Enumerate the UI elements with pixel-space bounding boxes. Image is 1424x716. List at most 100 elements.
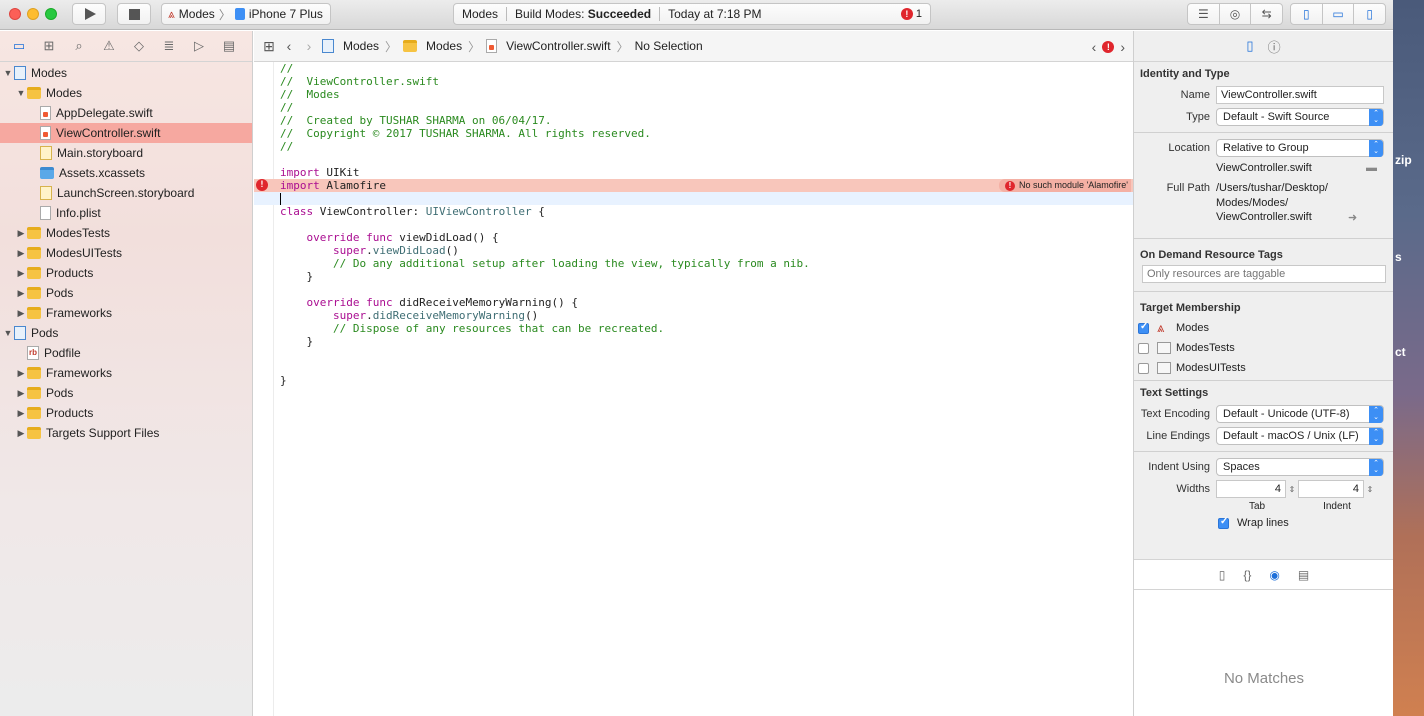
code-line[interactable]: super.didReceiveMemoryWarning() — [280, 309, 1133, 322]
breadcrumb-symbol[interactable]: No Selection — [635, 39, 703, 53]
toggle-debug-area-button[interactable]: ▭ — [1323, 4, 1355, 24]
code-line[interactable]: // — [280, 101, 1133, 114]
debug-icon[interactable]: ≣ — [160, 38, 178, 54]
run-button[interactable] — [72, 3, 106, 25]
code-line[interactable] — [280, 348, 1133, 361]
previous-issue-icon[interactable]: ‹ — [1092, 39, 1097, 55]
code-line[interactable] — [254, 192, 1133, 205]
file-inspector-icon[interactable]: ▯ — [1246, 38, 1253, 54]
indent-using-popup[interactable]: Spaces — [1216, 458, 1384, 476]
type-popup[interactable]: Default - Swift Source — [1216, 108, 1384, 126]
tree-item[interactable]: AppDelegate.swift — [0, 103, 252, 123]
tree-item[interactable]: ▶ Pods — [0, 383, 252, 403]
tree-item[interactable]: ▶ ModesTests — [0, 223, 252, 243]
code-line[interactable]: // Copyright © 2017 TUSHAR SHARMA. All r… — [280, 127, 1133, 140]
report-icon[interactable]: ▤ — [220, 38, 238, 54]
tree-item[interactable]: ▶ Frameworks — [0, 303, 252, 323]
code-line[interactable] — [280, 218, 1133, 231]
warning-icon[interactable]: ⚠ — [100, 38, 118, 54]
code-line[interactable]: import Alamofire!! No such module 'Alamof… — [254, 179, 1133, 192]
disclosure-triangle-icon[interactable]: ▶ — [15, 368, 27, 379]
code-snippet-icon[interactable]: {} — [1243, 568, 1251, 582]
code-line[interactable] — [280, 361, 1133, 374]
disclosure-triangle-icon[interactable]: ▶ — [15, 248, 27, 259]
tree-item[interactable]: ViewController.swift — [0, 123, 252, 143]
tree-item[interactable]: Main.storyboard — [0, 143, 252, 163]
disclosure-triangle-icon[interactable]: ▼ — [2, 68, 14, 78]
zoom-window-button[interactable] — [45, 8, 57, 20]
error-icon[interactable]: ! — [256, 179, 268, 191]
code-line[interactable]: override func didReceiveMemoryWarning() … — [280, 296, 1133, 309]
code-line[interactable]: // — [280, 62, 1133, 75]
breadcrumb-folder[interactable]: Modes — [403, 39, 462, 53]
disclosure-triangle-icon[interactable]: ▶ — [15, 388, 27, 399]
tree-item[interactable]: ▼ Pods — [0, 323, 252, 343]
code-line[interactable]: } — [280, 374, 1133, 387]
tree-item[interactable]: ▼ Modes — [0, 63, 252, 83]
disclosure-triangle-icon[interactable]: ▼ — [15, 88, 27, 98]
target-checkbox[interactable] — [1138, 342, 1149, 354]
disclosure-triangle-icon[interactable]: ▶ — [15, 288, 27, 299]
code-area[interactable]: //// ViewController.swift// Modes//// Cr… — [254, 62, 1133, 387]
code-line[interactable]: // ViewController.swift — [280, 75, 1133, 88]
source-editor[interactable]: //// ViewController.swift// Modes//// Cr… — [254, 62, 1133, 716]
search-icon[interactable]: ⌕ — [70, 38, 88, 54]
indent-width-field[interactable]: 4 — [1298, 480, 1364, 498]
folder-icon[interactable]: ▭ — [10, 38, 28, 54]
location-popup[interactable]: Relative to Group — [1216, 139, 1384, 157]
indent-width-stepper[interactable]: ⇕ — [1364, 485, 1376, 494]
code-line[interactable]: // — [280, 140, 1133, 153]
code-line[interactable] — [280, 283, 1133, 296]
folder-icon[interactable]: ▬ — [1366, 162, 1377, 174]
forward-arrow-icon[interactable]: › — [302, 38, 316, 54]
disclosure-triangle-icon[interactable]: ▼ — [2, 328, 14, 338]
reveal-arrow-icon[interactable]: ➜ — [1348, 211, 1357, 224]
disclosure-triangle-icon[interactable]: ▶ — [15, 408, 27, 419]
tree-item[interactable]: rb Podfile — [0, 343, 252, 363]
breakpoint-icon[interactable]: ▷ — [190, 38, 208, 54]
name-field[interactable]: ViewController.swift — [1216, 86, 1384, 104]
version-editor-button[interactable]: ⇆ — [1251, 4, 1282, 24]
tree-item[interactable]: Assets.xcassets — [0, 163, 252, 183]
disclosure-triangle-icon[interactable]: ▶ — [15, 428, 27, 439]
back-arrow-icon[interactable]: ‹ — [282, 38, 296, 54]
toggle-utilities-button[interactable]: ▯ — [1354, 4, 1385, 24]
code-line[interactable]: override func viewDidLoad() { — [280, 231, 1133, 244]
code-line[interactable]: class ViewController: UIViewController { — [280, 205, 1133, 218]
quick-help-icon[interactable]: ⓘ — [1268, 37, 1281, 56]
code-line[interactable]: // Created by TUSHAR SHARMA on 06/04/17. — [280, 114, 1133, 127]
toggle-navigator-button[interactable]: ▯ — [1291, 4, 1323, 24]
target-checkbox[interactable] — [1138, 321, 1149, 334]
code-line[interactable]: super.viewDidLoad() — [280, 244, 1133, 257]
media-library-icon[interactable]: ▤ — [1298, 568, 1309, 582]
line-endings-popup[interactable]: Default - macOS / Unix (LF) — [1216, 427, 1384, 445]
scheme-selector[interactable]: ⩓ Modes 〉 iPhone 7 Plus — [161, 3, 331, 25]
standard-editor-button[interactable]: ☰ — [1188, 4, 1220, 24]
tab-width-stepper[interactable]: ⇕ — [1286, 485, 1298, 494]
tree-item[interactable]: LaunchScreen.storyboard — [0, 183, 252, 203]
code-line[interactable]: } — [280, 335, 1133, 348]
disclosure-triangle-icon[interactable]: ▶ — [15, 308, 27, 319]
code-line[interactable] — [280, 153, 1133, 166]
disclosure-triangle-icon[interactable]: ▶ — [15, 268, 27, 279]
issue-indicator[interactable]: ! 1 — [900, 8, 922, 20]
disclosure-triangle-icon[interactable]: ▶ — [15, 228, 27, 239]
code-line[interactable]: // Dispose of any resources that can be … — [280, 322, 1133, 335]
assistant-editor-button[interactable]: ◎ — [1220, 4, 1252, 24]
hierarchy-icon[interactable]: ⊞ — [40, 38, 58, 54]
wrap-lines-checkbox[interactable] — [1218, 516, 1229, 529]
code-line[interactable]: } — [280, 270, 1133, 283]
text-encoding-popup[interactable]: Default - Unicode (UTF-8) — [1216, 405, 1384, 423]
breadcrumb-project[interactable]: Modes — [322, 39, 379, 53]
test-icon[interactable]: ◇ — [130, 38, 148, 54]
tab-width-field[interactable]: 4 — [1216, 480, 1286, 498]
tree-item[interactable]: Info.plist — [0, 203, 252, 223]
stop-button[interactable] — [117, 3, 151, 25]
tree-item[interactable]: ▶ Frameworks — [0, 363, 252, 383]
close-window-button[interactable] — [9, 8, 21, 20]
inline-error-message[interactable]: ! No such module 'Alamofire' — [999, 179, 1131, 192]
tree-item[interactable]: ▶ Targets Support Files — [0, 423, 252, 443]
target-checkbox[interactable] — [1138, 362, 1149, 374]
error-icon[interactable]: ! — [1102, 41, 1115, 53]
object-library-icon[interactable]: ◉ — [1269, 568, 1279, 582]
